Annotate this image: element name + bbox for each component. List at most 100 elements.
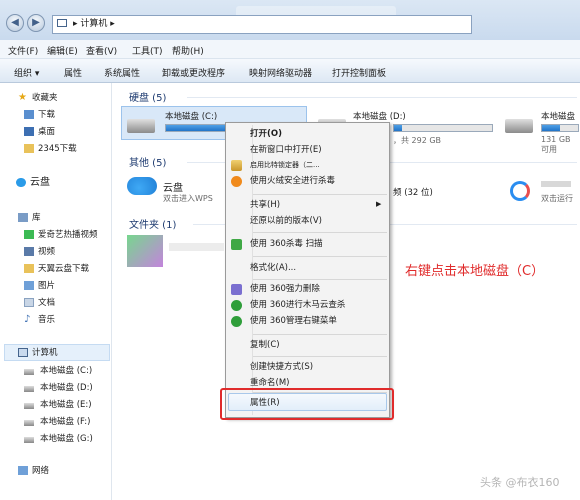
music-icon: ♪ (24, 314, 31, 325)
360-shield-icon (231, 239, 242, 250)
menu-open-new-window[interactable]: 在新窗口中打开(E) (250, 143, 322, 157)
control-panel-button[interactable]: 打开控制面板 (332, 66, 386, 79)
other-item-name[interactable]: 频 (32 位) (393, 186, 433, 198)
nav-cloud[interactable]: 云盘 (30, 176, 50, 190)
address-crumb[interactable]: 计算机 (80, 19, 107, 29)
menu-360-manage[interactable]: 使用 360管理右键菜单 (250, 314, 337, 328)
nav-drive-c[interactable]: 本地磁盘 (C:) (40, 364, 92, 378)
menu-view[interactable]: 查看(V) (86, 44, 117, 57)
cloud-sub: 双击进入WPS (163, 194, 213, 203)
uninstall-button[interactable]: 卸载或更改程序 (162, 66, 225, 79)
menu-restore-versions[interactable]: 还原以前的版本(V) (250, 214, 322, 228)
menu-separator (253, 356, 387, 357)
nav-fav-download[interactable]: 下载 (38, 108, 55, 122)
menu-share[interactable]: 共享(H) (250, 198, 280, 212)
menu-edit[interactable]: 编辑(E) (47, 44, 78, 57)
folder-icon (24, 264, 34, 273)
nav-lib-music[interactable]: 音乐 (38, 313, 55, 327)
address-bar[interactable]: ▸ 计算机 ▸ (52, 15, 472, 34)
nav-fav-2345[interactable]: 2345下载 (38, 142, 77, 156)
title-bar: ◀ ▶ ▸ 计算机 ▸ (0, 0, 580, 40)
shield-icon (231, 160, 242, 171)
huorong-icon (231, 176, 242, 187)
nav-library[interactable]: 库 (32, 211, 41, 225)
menu-bitlocker[interactable]: 启用比特锁定器（二... (250, 158, 320, 172)
menu-360-trojan[interactable]: 使用 360进行木马云查杀 (250, 298, 345, 312)
nav-favorites[interactable]: 收藏夹 (32, 91, 58, 105)
nav-lib-tianyi[interactable]: 天翼云盘下载 (38, 262, 89, 276)
hard-disk-header[interactable]: 硬盘 (5) (129, 89, 166, 104)
cloud-drive-icon (127, 177, 157, 195)
menu-tools[interactable]: 工具(T) (132, 44, 163, 57)
drive-c-name: 本地磁盘 (C:) (165, 112, 218, 122)
menu-open[interactable]: 打开(O) (250, 127, 282, 141)
blurred-text (541, 181, 571, 187)
menu-separator (253, 194, 387, 195)
menu-360-scan[interactable]: 使用 360杀毒 扫描 (250, 237, 323, 251)
system-properties-button[interactable]: 系统属性 (104, 66, 140, 79)
menu-bar: 文件(F) 编辑(E) 查看(V) 工具(T) 帮助(H) (0, 40, 580, 59)
computer-icon (57, 19, 67, 27)
drive-d-name[interactable]: 本地磁盘 (D:) (353, 110, 406, 122)
drive-d-capacity: ，共 292 GB (393, 136, 442, 145)
library-icon (18, 213, 28, 222)
nav-lib-video[interactable]: 视频 (38, 245, 55, 259)
drive-icon (24, 403, 34, 409)
folder-thumbnail[interactable] (127, 235, 163, 267)
cloud-icon (16, 178, 26, 187)
menu-huorong-scan[interactable]: 使用火绒安全进行杀毒 (250, 174, 335, 188)
360-menu-icon (231, 316, 242, 327)
drive-icon (24, 420, 34, 426)
nav-lib-documents[interactable]: 文档 (38, 296, 55, 310)
video-icon (24, 247, 34, 256)
navigation-pane: ★ 收藏夹 下载 桌面 2345下载 云盘 库 爱奇艺热播视频 视频 天翼云盘下… (0, 83, 112, 500)
document-icon (24, 298, 34, 307)
drive-icon (24, 369, 34, 375)
organize-button[interactable]: 组织 ▾ (14, 66, 39, 79)
desktop-icon (24, 127, 34, 136)
menu-format[interactable]: 格式化(A)... (250, 261, 296, 275)
address-sep: ▸ (73, 19, 78, 29)
menu-file[interactable]: 文件(F) (8, 44, 38, 57)
360-delete-icon (231, 284, 242, 295)
nav-fav-desktop[interactable]: 桌面 (38, 125, 55, 139)
star-icon: ★ (18, 92, 27, 103)
nav-computer[interactable]: 计算机 (32, 346, 58, 360)
download-folder-icon (24, 110, 34, 119)
menu-separator (253, 232, 387, 233)
nav-drive-e[interactable]: 本地磁盘 (E:) (40, 398, 92, 412)
other-sub: 双击运行 (541, 194, 573, 203)
drive-icon (24, 386, 34, 392)
command-bar: 组织 ▾ 属性 系统属性 卸载或更改程序 映射网络驱动器 打开控制面板 (0, 59, 580, 83)
nav-drive-d[interactable]: 本地磁盘 (D:) (40, 381, 93, 395)
nav-lib-pictures[interactable]: 图片 (38, 279, 55, 293)
drive-icon (24, 437, 34, 443)
submenu-arrow-icon: ▶ (376, 200, 382, 208)
menu-separator (253, 256, 387, 257)
other-header[interactable]: 其他 (5) (129, 154, 166, 169)
picture-icon (24, 281, 34, 290)
context-menu: 打开(O) 在新窗口中打开(E) 启用比特锁定器（二... 使用火绒安全进行杀毒… (225, 122, 390, 418)
drive-e-name[interactable]: 本地磁盘 (541, 110, 575, 122)
blurred-text (169, 243, 224, 251)
folder-icon (24, 144, 34, 153)
menu-copy[interactable]: 复制(C) (250, 338, 280, 352)
iqiyi-icon (24, 230, 34, 239)
folder-header[interactable]: 文件夹 (1) (129, 216, 176, 231)
drive-e-free: 131 GB 可用 (541, 135, 571, 154)
properties-button[interactable]: 属性 (64, 66, 82, 79)
annotation-highlight-box (220, 388, 394, 420)
nav-network[interactable]: 网络 (32, 464, 49, 478)
map-drive-button[interactable]: 映射网络驱动器 (249, 66, 312, 79)
menu-360-force-delete[interactable]: 使用 360强力删除 (250, 282, 320, 296)
forward-button[interactable]: ▶ (27, 14, 45, 32)
nav-lib-iqiyi[interactable]: 爱奇艺热播视频 (38, 228, 98, 242)
nav-drive-g[interactable]: 本地磁盘 (G:) (40, 432, 93, 446)
menu-create-shortcut[interactable]: 创建快捷方式(S) (250, 360, 313, 374)
menu-help[interactable]: 帮助(H) (172, 44, 204, 57)
back-button[interactable]: ◀ (6, 14, 24, 32)
drive-icon (127, 119, 155, 133)
nav-drive-f[interactable]: 本地磁盘 (F:) (40, 415, 90, 429)
annotation-text: 右键点击本地磁盘（C） (405, 264, 545, 279)
cloud-name[interactable]: 云盘 (163, 179, 183, 194)
